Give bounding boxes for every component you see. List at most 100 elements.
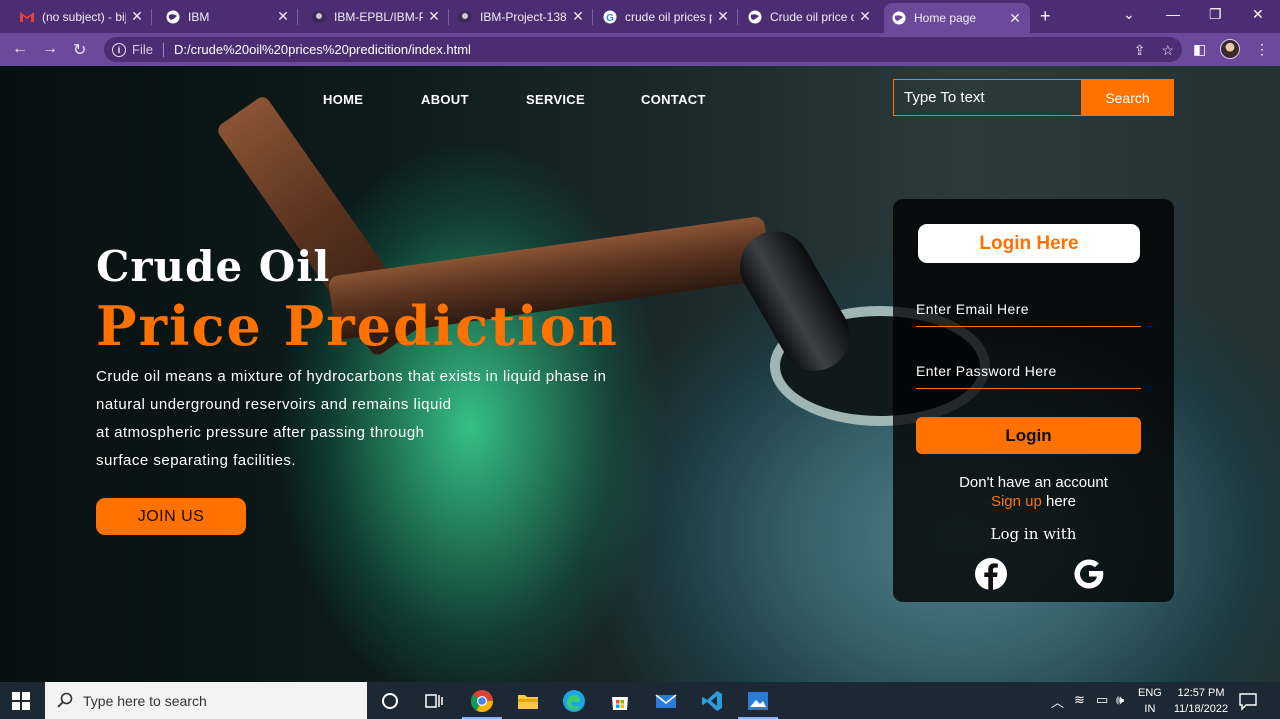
back-icon[interactable]: ← <box>12 40 28 58</box>
hero-subtitle: Price Prediction <box>96 294 619 358</box>
tab-gmail[interactable]: (no subject) - bijn ✕ <box>12 3 152 30</box>
hero-description-line: at atmospheric pressure after passing th… <box>96 424 425 441</box>
close-tab-icon[interactable]: ✕ <box>716 8 730 25</box>
side-panel-icon[interactable]: ◧ <box>1193 41 1206 58</box>
wifi-icon[interactable]: ≋ <box>1074 692 1085 708</box>
forward-icon[interactable]: → <box>42 40 58 58</box>
close-tab-icon[interactable]: ✕ <box>1008 10 1022 27</box>
region-code: IN <box>1144 703 1156 715</box>
google-icon[interactable] <box>1072 557 1106 591</box>
tab-github-1[interactable]: IBM-EPBL/IBM-Pr ✕ <box>304 3 449 30</box>
svg-text:G: G <box>606 13 614 24</box>
facebook-icon[interactable] <box>974 557 1008 591</box>
edge-icon[interactable] <box>562 689 586 713</box>
address-bar[interactable]: i File D:/crude%20oil%20prices%20predici… <box>104 37 1182 62</box>
profile-avatar[interactable] <box>1220 39 1240 59</box>
signup-suffix: here <box>1041 493 1077 510</box>
clock-time: 12:57 PM <box>1177 687 1225 699</box>
login-card: Login Here Enter Email Here Enter Passwo… <box>893 199 1174 602</box>
browser-toolbar: ← → ↻ i File D:/crude%20oil%20prices%20p… <box>0 33 1280 66</box>
log-in-with-label: Log in with <box>990 525 1077 543</box>
password-field[interactable]: Enter Password Here <box>916 363 1141 389</box>
search-placeholder: Type To text <box>904 89 985 106</box>
mail-icon[interactable] <box>654 689 678 713</box>
reload-icon[interactable]: ↻ <box>73 40 86 60</box>
bookmark-star-icon[interactable]: ☆ <box>1161 42 1174 59</box>
hero-description-line: surface separating facilities. <box>96 452 297 469</box>
search-icon <box>57 692 73 708</box>
no-account-text: Don't have an account <box>959 474 1108 491</box>
globe-icon <box>892 11 906 25</box>
password-placeholder: Enter Password Here <box>916 363 1057 379</box>
file-explorer-icon[interactable] <box>516 689 540 713</box>
search-button[interactable]: Search <box>1081 79 1174 116</box>
nav-contact[interactable]: CONTACT <box>641 92 706 107</box>
share-icon[interactable]: ⇪ <box>1134 42 1146 59</box>
hero-title: Crude Oil <box>96 242 331 291</box>
windows-taskbar: Type here to search ︿ ≋ ▭ 🕪 ENG IN 12:57… <box>0 682 1280 719</box>
cortana-icon[interactable] <box>378 689 402 713</box>
microsoft-store-icon[interactable] <box>608 689 632 713</box>
login-heading: Login Here <box>918 224 1140 263</box>
google-icon: G <box>603 10 617 24</box>
vscode-icon[interactable] <box>700 689 724 713</box>
task-view-icon[interactable] <box>422 689 446 713</box>
notifications-icon[interactable] <box>1238 691 1258 711</box>
close-tab-icon[interactable]: ✕ <box>571 8 585 25</box>
email-field[interactable]: Enter Email Here <box>916 301 1141 327</box>
browser-tab-bar: (no subject) - bijn ✕ IBM ✕ IBM-EPBL/IBM… <box>0 0 1280 33</box>
close-tab-icon[interactable]: ✕ <box>276 8 290 25</box>
battery-icon[interactable]: ▭ <box>1096 692 1108 708</box>
github-icon <box>312 10 326 24</box>
new-tab-icon[interactable]: + <box>1040 6 1051 27</box>
tab-google-search[interactable]: G crude oil prices p ✕ <box>595 3 738 30</box>
tab-title: IBM-Project-1384 <box>480 9 567 24</box>
volume-icon[interactable]: 🕪 <box>1116 692 1124 708</box>
windows-start-icon[interactable] <box>12 692 30 710</box>
tab-title: IBM <box>188 9 210 24</box>
close-window-icon[interactable]: ✕ <box>1252 6 1264 23</box>
globe-icon <box>166 10 180 24</box>
minimize-icon[interactable]: — <box>1166 6 1180 22</box>
tab-github-2[interactable]: IBM-Project-1384 ✕ <box>450 3 593 30</box>
tab-search-chevron-icon[interactable]: ⌄ <box>1123 6 1135 23</box>
tab-crude-oil[interactable]: Crude oil price d ✕ <box>740 3 880 30</box>
photos-icon[interactable] <box>746 689 770 713</box>
globe-icon <box>748 10 762 24</box>
join-us-button[interactable]: JOIN US <box>96 498 246 535</box>
signup-line: Sign up here <box>893 493 1174 510</box>
close-tab-icon[interactable]: ✕ <box>427 8 441 25</box>
info-icon[interactable]: i <box>112 42 126 57</box>
tab-title: Crude oil price d <box>770 9 854 24</box>
hero-description-line: natural underground reservoirs and remai… <box>96 396 452 413</box>
chrome-icon[interactable] <box>470 689 494 713</box>
clock-date: 11/18/2022 <box>1173 703 1229 715</box>
language-indicator[interactable]: ENG IN <box>1138 685 1162 717</box>
search-input[interactable]: Type To text <box>893 79 1081 116</box>
show-hidden-icons-chevron-icon[interactable]: ︿ <box>1051 692 1064 711</box>
tab-title: (no subject) - bijn <box>42 9 126 24</box>
system-clock[interactable]: 12:57 PM 11/18/2022 <box>1170 685 1232 717</box>
close-tab-icon[interactable]: ✕ <box>858 8 872 25</box>
gmail-icon <box>20 10 34 24</box>
address-scheme-label: File <box>132 42 153 57</box>
restore-icon[interactable]: ❐ <box>1209 6 1222 23</box>
email-placeholder: Enter Email Here <box>916 301 1029 317</box>
taskbar-search-placeholder: Type here to search <box>83 692 207 709</box>
close-tab-icon[interactable]: ✕ <box>130 8 144 25</box>
hero-description-line: Crude oil means a mixture of hydrocarbon… <box>96 368 607 385</box>
menu-kebab-icon[interactable]: ⋮ <box>1255 41 1269 58</box>
url-text: D:/crude%20oil%20prices%20predicition/in… <box>173 42 471 57</box>
tab-title: IBM-EPBL/IBM-Pr <box>334 9 423 24</box>
nav-home[interactable]: HOME <box>323 92 363 107</box>
taskbar-search-input[interactable]: Type here to search <box>45 682 367 719</box>
tab-home-page[interactable]: Home page ✕ <box>884 3 1030 33</box>
tab-ibm[interactable]: IBM ✕ <box>158 3 298 30</box>
login-button[interactable]: Login <box>916 417 1141 454</box>
web-page: HOME ABOUT SERVICE CONTACT Type To text … <box>0 66 1280 682</box>
language-code: ENG <box>1138 687 1162 699</box>
nav-about[interactable]: ABOUT <box>421 92 469 107</box>
nav-service[interactable]: SERVICE <box>526 92 585 107</box>
tab-title: crude oil prices p <box>625 9 712 24</box>
signup-link[interactable]: Sign up <box>991 493 1042 510</box>
